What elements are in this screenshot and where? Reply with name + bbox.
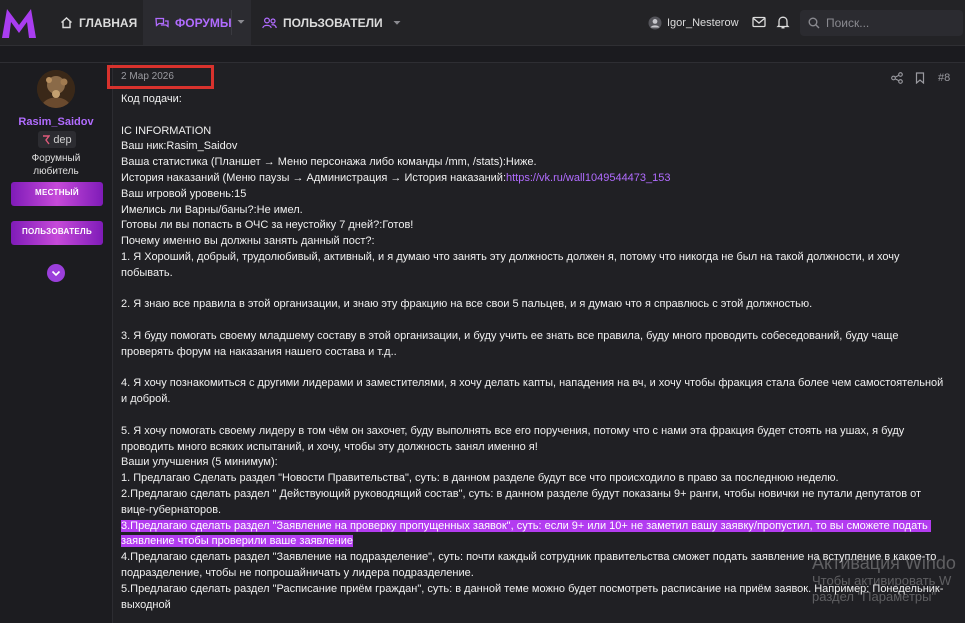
- post-line: Готовы ли вы попасть в ОЧС за неустойку …: [121, 219, 414, 232]
- author-title: Форумный любитель: [0, 152, 112, 178]
- post-line: Ваш игровой уровень:15: [121, 187, 247, 200]
- post-line: 2.Предлагаю сделать раздел " Действующий…: [121, 487, 925, 516]
- author-username[interactable]: Rasim_Saidov: [0, 116, 112, 128]
- post-line: Почему именно вы должны занять данный по…: [121, 235, 375, 248]
- banner-label: МЕСТНЫЙ: [35, 188, 79, 197]
- avatar-image: [37, 70, 75, 108]
- user-banner-user: ПОЛЬЗОВАТЕЛЬ: [11, 221, 103, 245]
- post-line: 1. Предлагаю Сделать раздел "Новости Пра…: [121, 472, 839, 485]
- post-line: Ваш ник:Rasim_Saidov: [121, 140, 238, 153]
- post-line: Имелись ли Варны/баны?:Не имел.: [121, 203, 303, 216]
- search-box[interactable]: Поиск...: [800, 10, 963, 36]
- author-badge-label: dep: [53, 133, 72, 146]
- mail-icon[interactable]: [751, 14, 767, 30]
- expand-author-info-button[interactable]: [47, 264, 65, 282]
- account-menu[interactable]: Igor_Nesterow: [648, 0, 739, 45]
- post-line: 5. Я хочу помогать своему лидеру в том ч…: [121, 424, 908, 453]
- avatar[interactable]: [37, 70, 75, 108]
- search-placeholder: Поиск...: [826, 16, 870, 30]
- user-banner-local: МЕСТНЫЙ: [11, 182, 103, 206]
- post-number[interactable]: #8: [938, 72, 950, 84]
- users-icon: [262, 16, 277, 28]
- bookmark-icon[interactable]: [915, 72, 925, 84]
- chevron-down-icon: [51, 270, 61, 276]
- post-line-text: История наказаний (Меню паузы → Админист…: [121, 171, 506, 184]
- top-navigation-bar: ГЛАВНАЯ ФОРУМЫ ПОЛЬЗОВАТЕЛИ Igor_Nestero…: [0, 0, 965, 46]
- post-line: Ваша статистика (Планшет → Меню персонаж…: [121, 156, 537, 169]
- nav-home-link[interactable]: ГЛАВНАЯ: [60, 0, 137, 45]
- post-line: Ваши улучшения (5 минимум):: [121, 456, 278, 469]
- current-username: Igor_Nesterow: [667, 16, 739, 29]
- badge-icon: [43, 134, 51, 144]
- author-group-badge: dep: [38, 131, 76, 148]
- banner-label: ПОЛЬЗОВАТЕЛЬ: [21, 227, 92, 236]
- forums-icon: [155, 17, 169, 28]
- nav-users-link[interactable]: ПОЛЬЗОВАТЕЛИ: [262, 0, 401, 45]
- share-icon[interactable]: [891, 72, 903, 84]
- watermark-line: раздел "Параметры": [812, 589, 937, 604]
- post-body: Код подачи: IC INFORMATION Ваш ник:Rasim…: [121, 92, 951, 613]
- post-line: 3. Я буду помогать своему младшему соста…: [121, 329, 902, 358]
- vk-wall-link[interactable]: https://vk.ru/wall1049544473_153: [506, 172, 671, 184]
- nav-users-label: ПОЛЬЗОВАТЕЛИ: [283, 15, 383, 30]
- home-icon: [61, 17, 72, 29]
- post-author-panel: Rasim_Saidov dep Форумный любитель МЕСТН…: [0, 63, 113, 623]
- highlighted-text[interactable]: 3.Предлагаю сделать раздел "Заявление на…: [121, 519, 931, 548]
- post-line-highlighted: 3.Предлагаю сделать раздел "Заявление на…: [121, 519, 951, 551]
- nav-forums-link[interactable]: ФОРУМЫ: [143, 0, 251, 45]
- post-line: IC INFORMATION: [121, 124, 212, 137]
- bell-icon[interactable]: [775, 14, 791, 30]
- post-line: 2. Я знаю все правила в этой организации…: [121, 298, 813, 311]
- post-date[interactable]: 2 Мар 2026: [121, 71, 174, 82]
- chevron-down-icon[interactable]: [393, 20, 401, 26]
- author-title-line: Форумный: [31, 153, 81, 164]
- windows-activation-watermark: Активация Windo Чтобы активировать W раз…: [812, 553, 956, 605]
- site-logo[interactable]: [0, 5, 38, 41]
- search-icon: [808, 17, 820, 29]
- post-line: 1. Я Хороший, добрый, трудолюбивый, акти…: [121, 250, 903, 279]
- nav-home-label: ГЛАВНАЯ: [79, 15, 138, 30]
- post-line: История наказаний (Меню паузы → Админист…: [121, 171, 951, 187]
- chevron-down-icon[interactable]: [237, 19, 245, 25]
- watermark-line: Чтобы активировать W: [812, 573, 952, 588]
- nav-forums-label: ФОРУМЫ: [175, 15, 232, 30]
- user-avatar-icon: [648, 16, 662, 29]
- author-title-line: любитель: [33, 166, 79, 177]
- watermark-line: Активация Windo: [812, 553, 956, 573]
- nav-divider: [231, 10, 232, 35]
- post-line: 4. Я хочу познакомиться с другими лидера…: [121, 377, 947, 406]
- post-line: Код подачи:: [121, 93, 182, 105]
